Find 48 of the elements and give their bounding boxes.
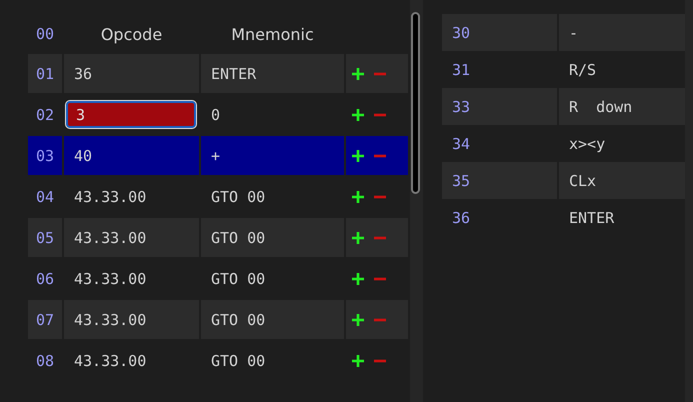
opcode-code: 34 [451, 134, 472, 154]
opcode-cell[interactable]: 40 [64, 136, 199, 175]
mnemonic-cell: ENTER [201, 54, 344, 93]
opcode-cell[interactable]: 43.33.00 [64, 341, 199, 380]
add-icon[interactable] [352, 108, 364, 120]
add-icon[interactable] [352, 68, 364, 80]
opcode-code: 33 [442, 88, 557, 125]
line-number: 01 [28, 54, 62, 93]
line-number: 02 [34, 104, 56, 126]
mnemonic-cell-text: GTO 00 [210, 350, 266, 372]
add-icon[interactable] [352, 232, 364, 244]
line-number: 03 [28, 136, 62, 175]
opcode-code: 30 [442, 14, 557, 51]
line-number: 08 [34, 350, 56, 372]
mnemonic-cell-text: 0 [210, 104, 222, 126]
line-number: 05 [28, 218, 62, 257]
add-icon[interactable] [352, 272, 364, 284]
add-icon[interactable] [352, 150, 364, 162]
add-icon[interactable] [352, 354, 364, 366]
line-number: 04 [34, 186, 56, 208]
line-number: 06 [34, 268, 56, 290]
opcode-cell[interactable]: 43.33.00 [64, 300, 199, 339]
mnemonic-cell: GTO 00 [201, 300, 344, 339]
add-icon[interactable] [352, 314, 364, 326]
opcode-code: 36 [451, 208, 472, 228]
opcode-code: 35 [442, 162, 557, 199]
mnemonic-cell: + [201, 136, 344, 175]
opcode-cell[interactable]: 43.33.00 [64, 218, 199, 257]
opcode-name: CLx [559, 162, 685, 199]
column-header: Opcode [100, 24, 164, 44]
opcode-name: x><y [568, 134, 606, 154]
opcode-name: R down [559, 88, 685, 125]
mnemonic-cell-text: GTO 00 [210, 186, 266, 208]
mnemonic-cell: GTO 00 [201, 218, 344, 257]
line-number: 07 [28, 300, 62, 339]
opcode-cell[interactable]: 43.33.00 [64, 259, 199, 298]
scrollbar-thumb[interactable] [411, 12, 420, 194]
opcode-name: ENTER [568, 208, 616, 228]
opcode-code: 31 [451, 60, 472, 80]
opcode-name: R/S [568, 60, 598, 80]
opcode-input-field[interactable]: 3 [66, 101, 196, 128]
add-icon[interactable] [352, 190, 364, 202]
mnemonic-cell-text: GTO 00 [210, 268, 266, 290]
opcode-cell[interactable]: 36 [64, 54, 199, 93]
line-number: 00 [34, 25, 56, 43]
opcode-name: - [559, 14, 685, 51]
opcode-cell[interactable]: 43.33.00 [64, 177, 199, 216]
column-header: Mnemonic [230, 24, 315, 44]
